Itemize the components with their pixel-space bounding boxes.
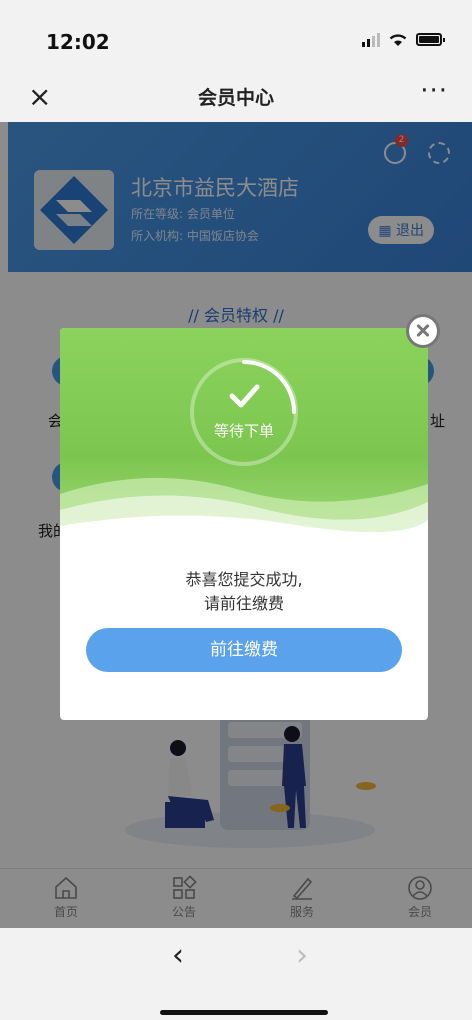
modal-header: 等待下单 [60,328,428,544]
success-modal: 等待下单 恭喜您提交成功, 请前往缴费 前往缴费 [60,328,428,720]
success-message: 恭喜您提交成功, [185,570,303,589]
success-submessage: 请前往缴费 [203,594,284,613]
wave-decoration [60,477,428,544]
status-time: 12:02 [46,30,110,54]
back-arrow-icon[interactable]: ‹ [172,938,184,973]
forward-arrow-icon[interactable]: › [296,938,308,973]
nav-bar: × 会员中心 ··· [0,70,472,122]
status-icons [362,32,445,47]
battery-icon [416,33,445,46]
modal-close-icon[interactable] [406,314,440,348]
home-indicator [160,1010,328,1015]
more-icon[interactable]: ··· [420,76,448,106]
progress-arc [242,360,296,414]
pay-button[interactable]: 前往缴费 [86,628,402,672]
status-label: 等待下单 [213,422,274,440]
browser-toolbar: ‹ › [0,928,472,1020]
check-icon [229,384,260,408]
page-title: 会员中心 [197,87,274,109]
wifi-icon [389,34,407,46]
signal-icon [362,32,380,47]
status-bar: 12:02 [0,0,472,70]
